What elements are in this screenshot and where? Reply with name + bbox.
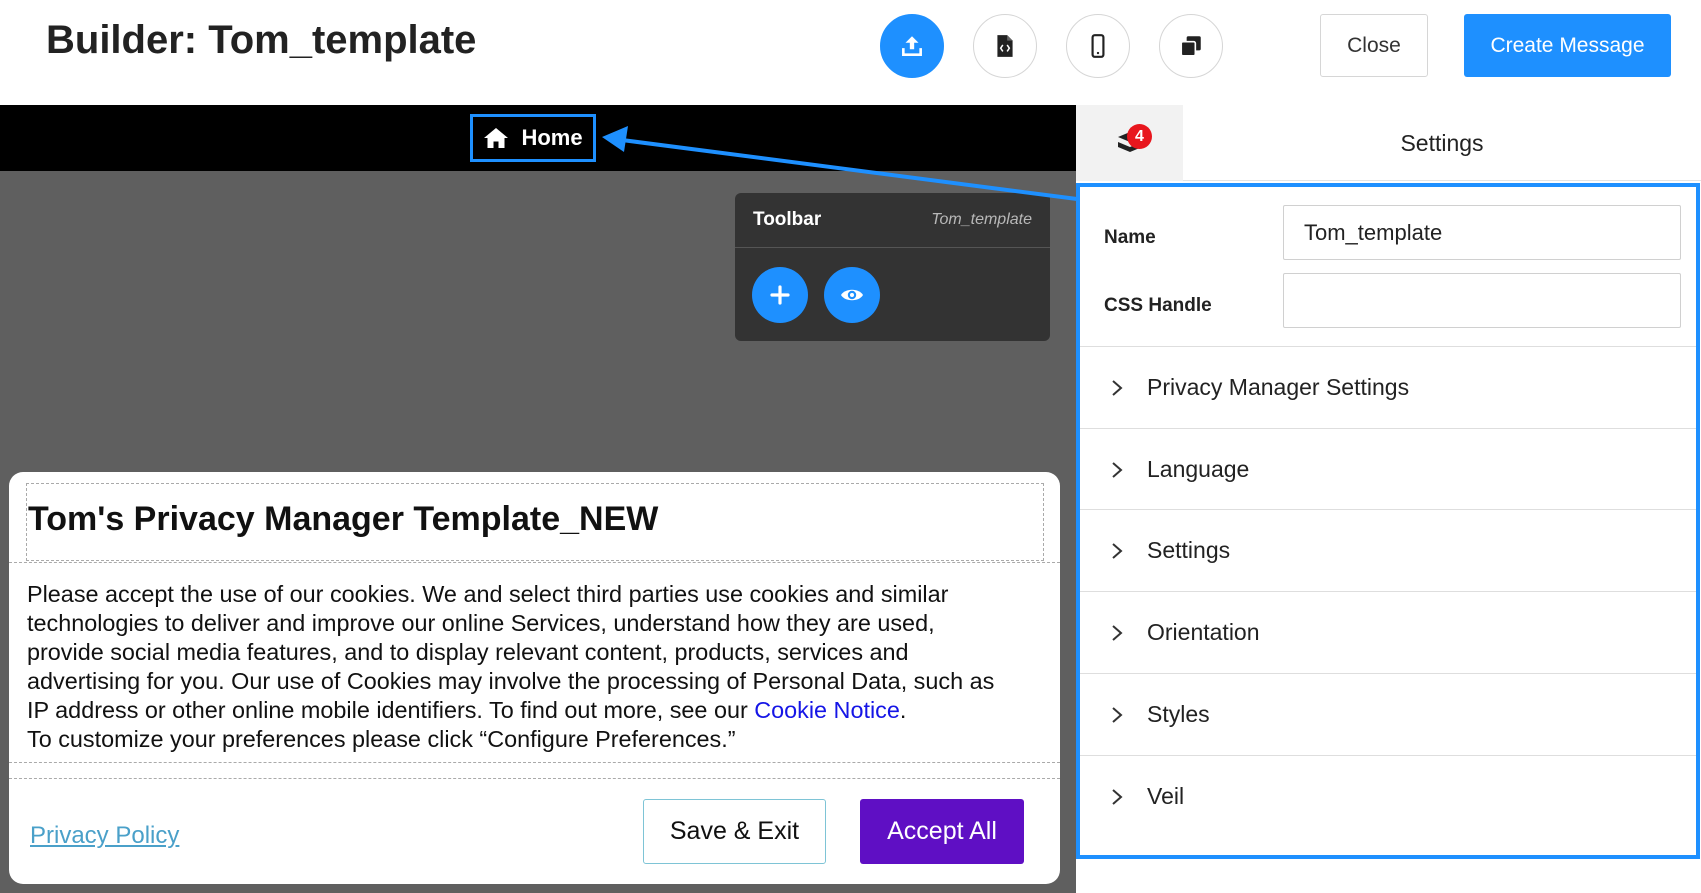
duplicate-icon: [1180, 36, 1201, 57]
home-breadcrumb[interactable]: Home: [470, 114, 596, 162]
section-language[interactable]: Language: [1080, 428, 1696, 510]
preview-button[interactable]: [824, 267, 880, 323]
code-file-icon: [997, 35, 1013, 57]
chevron-right-icon: [1112, 788, 1123, 805]
divider: [9, 562, 1060, 563]
chevron-right-icon: [1112, 706, 1123, 723]
eye-icon: [841, 289, 863, 301]
tab-components[interactable]: 4: [1076, 105, 1183, 181]
cookie-notice-link[interactable]: Cookie Notice: [754, 697, 900, 723]
builder-canvas: Home Toolbar Tom_template Tom's Privacy …: [0, 105, 1076, 893]
close-button[interactable]: Close: [1320, 14, 1428, 77]
divider: [9, 778, 1060, 779]
toolbar-title: Toolbar: [753, 209, 822, 230]
tab-settings[interactable]: Settings: [1183, 105, 1701, 181]
settings-form: Name CSS Handle Privacy Manager Settings…: [1076, 183, 1700, 859]
toolbar-panel: Toolbar Tom_template: [735, 193, 1050, 341]
section-veil[interactable]: Veil: [1080, 755, 1696, 837]
publish-icon: [902, 36, 922, 56]
modal-body-text[interactable]: Please accept the use of our cookies. We…: [27, 580, 1049, 754]
body-line: IP address or other online mobile identi…: [27, 696, 1049, 725]
builder-header: Builder: Tom_template Close Create Messa…: [0, 0, 1701, 105]
body-line: provide social media features, and to di…: [27, 639, 909, 665]
section-label: Privacy Manager Settings: [1147, 374, 1410, 400]
name-label: Name: [1104, 227, 1156, 248]
section-label: Language: [1147, 456, 1250, 482]
mobile-device-icon: [1091, 34, 1105, 58]
duplicate-button[interactable]: [1159, 14, 1223, 78]
create-message-button[interactable]: Create Message: [1464, 14, 1671, 77]
add-component-button[interactable]: [752, 267, 808, 323]
toolbar-header: Toolbar Tom_template: [735, 193, 1050, 248]
settings-panel: 4 Settings Name CSS Handle Privacy Manag…: [1076, 105, 1701, 893]
body-line: To customize your preferences please cli…: [27, 726, 736, 752]
privacy-manager-modal: Tom's Privacy Manager Template_NEW Pleas…: [9, 472, 1060, 884]
body-line: Please accept the use of our cookies. We…: [27, 581, 949, 607]
toolbar-template-name: Tom_template: [931, 211, 1032, 228]
section-label: Orientation: [1147, 619, 1260, 645]
body-line: advertising for you. Our use of Cookies …: [27, 668, 995, 694]
chevron-right-icon: [1112, 624, 1123, 641]
body-line-prefix: IP address or other online mobile identi…: [27, 697, 755, 723]
plus-icon: [770, 285, 790, 305]
section-privacy-manager-settings[interactable]: Privacy Manager Settings: [1080, 346, 1696, 428]
home-icon: [484, 128, 509, 148]
modal-title[interactable]: Tom's Privacy Manager Template_NEW: [26, 483, 1044, 561]
chevron-right-icon: [1112, 379, 1123, 396]
panel-tabs: 4 Settings: [1076, 105, 1701, 181]
mobile-preview-button[interactable]: [1066, 14, 1130, 78]
section-label: Veil: [1147, 783, 1185, 809]
export-code-button[interactable]: [973, 14, 1037, 78]
css-handle-label: CSS Handle: [1104, 295, 1212, 316]
breadcrumb-bar: Home: [0, 105, 1076, 171]
section-orientation[interactable]: Orientation: [1080, 591, 1696, 673]
page-title: Builder: Tom_template: [46, 18, 477, 62]
accept-all-button[interactable]: Accept All: [860, 799, 1024, 864]
home-label: Home: [521, 125, 583, 150]
notification-badge: 4: [1127, 124, 1152, 149]
css-handle-input[interactable]: [1283, 273, 1681, 328]
body-line: technologies to deliver and improve our …: [27, 610, 935, 636]
publish-button[interactable]: [880, 14, 944, 78]
section-label: Settings: [1147, 537, 1231, 563]
section-styles[interactable]: Styles: [1080, 673, 1696, 755]
chevron-right-icon: [1112, 461, 1123, 478]
chevron-right-icon: [1112, 542, 1123, 559]
save-exit-button[interactable]: Save & Exit: [643, 799, 826, 864]
section-settings[interactable]: Settings: [1080, 509, 1696, 591]
privacy-policy-link[interactable]: Privacy Policy: [30, 822, 179, 850]
body-line-suffix: .: [899, 697, 907, 723]
divider: [9, 762, 1060, 763]
name-input[interactable]: [1283, 205, 1681, 260]
section-label: Styles: [1147, 701, 1210, 727]
